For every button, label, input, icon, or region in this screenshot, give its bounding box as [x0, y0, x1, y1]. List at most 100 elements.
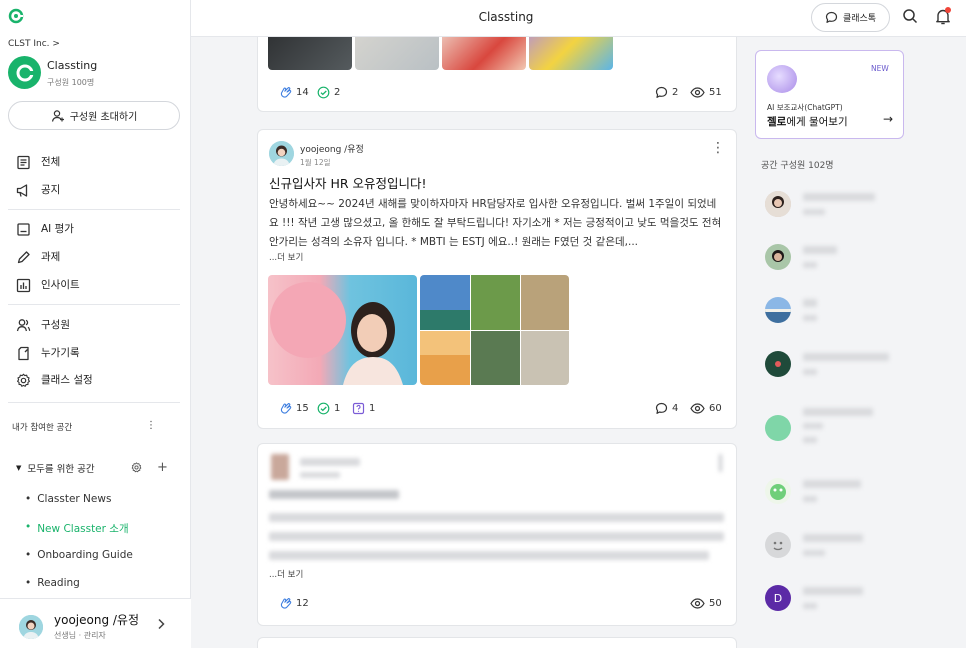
- comment-count: 4: [672, 403, 679, 414]
- post-image[interactable]: [442, 37, 526, 70]
- nav-assignment[interactable]: 과제: [16, 248, 60, 266]
- chevron-right-icon[interactable]: [156, 618, 166, 633]
- member-role: [803, 603, 817, 609]
- question-stat[interactable]: 1: [352, 402, 375, 415]
- member-role: [803, 437, 817, 443]
- avatar[interactable]: [765, 351, 791, 377]
- like-stat[interactable]: 14: [278, 86, 309, 99]
- class-avatar[interactable]: [8, 56, 41, 89]
- comment-icon: [655, 402, 668, 415]
- check-stat[interactable]: 2: [317, 86, 340, 99]
- new-badge: NEW: [871, 64, 889, 73]
- post-image[interactable]: [355, 37, 439, 70]
- search-icon[interactable]: [902, 8, 918, 27]
- space-members-heading: 공간 구성원 102명: [761, 161, 834, 171]
- space-group-header[interactable]: ▼ 모두를 위한 공간: [16, 461, 95, 475]
- invite-members-button[interactable]: 구성원 초대하기: [8, 101, 180, 130]
- member-name: [803, 246, 837, 254]
- nav-all[interactable]: 전체: [16, 153, 60, 171]
- space-group-name: 모두를 위한 공간: [27, 464, 95, 475]
- post-image[interactable]: [268, 275, 417, 385]
- avatar[interactable]: [765, 415, 791, 441]
- clap-icon: [278, 402, 292, 415]
- invite-members-label: 구성원 초대하기: [69, 112, 138, 123]
- view-stat: 60: [690, 402, 722, 415]
- question-count: 1: [369, 403, 376, 414]
- read-more-link[interactable]: ...더 보기: [269, 251, 303, 263]
- member-name: [803, 534, 863, 542]
- post-title[interactable]: 신규입사자 HR 오유정입니다!: [269, 173, 427, 192]
- avatar[interactable]: D: [765, 585, 791, 611]
- nav-insight[interactable]: 인사이트: [16, 276, 80, 294]
- class-member-count: 구성원 100명: [47, 78, 95, 87]
- space-settings-gear-icon[interactable]: [131, 462, 142, 476]
- like-stat[interactable]: 12: [278, 597, 309, 610]
- more-vertical-icon[interactable]: ⋮: [711, 140, 725, 156]
- avatar[interactable]: [765, 244, 791, 270]
- space-item-label: Reading: [37, 577, 80, 589]
- avatar: [19, 615, 43, 639]
- zello-mascot-icon: [767, 65, 797, 93]
- ai-assistant-card[interactable]: NEW AI 보조교사(ChatGPT) 젤로에게 물어보기 →: [755, 50, 904, 139]
- nav-members[interactable]: 구성원: [16, 316, 70, 334]
- nav-class-settings[interactable]: 클래스 설정: [16, 371, 93, 389]
- avatar[interactable]: [765, 297, 791, 323]
- comment-stat[interactable]: 4: [655, 402, 678, 415]
- avatar[interactable]: [269, 141, 294, 166]
- post-body-line: [269, 513, 724, 522]
- chat-bubble-icon: [825, 11, 838, 24]
- post-image[interactable]: [529, 37, 613, 70]
- eye-icon: [690, 86, 705, 99]
- post-card[interactable]: yoojeong /유정 1월 12일 ⋮ 신규입사자 HR 오유정입니다! 안…: [257, 129, 737, 429]
- member-role: [803, 423, 823, 429]
- like-stat[interactable]: 15: [278, 402, 309, 415]
- space-item-reading[interactable]: • Reading: [25, 577, 80, 589]
- current-user-footer[interactable]: yoojeong /유정 선생님 · 관리자: [0, 598, 191, 648]
- post-image[interactable]: [420, 275, 569, 385]
- post-author[interactable]: yoojeong /유정: [300, 142, 364, 155]
- caret-down-icon: ▼: [16, 464, 22, 472]
- clap-icon: [278, 597, 292, 610]
- classting-logo-icon[interactable]: [8, 8, 24, 27]
- comment-stat[interactable]: 2: [655, 86, 678, 99]
- post-feed[interactable]: 14 2 2 51 yoojeong /유정 1월 12일 ⋮ 신규입사자 HR…: [191, 37, 746, 648]
- member-name: [803, 408, 873, 416]
- post-card[interactable]: ...더 보기 12 50: [257, 443, 737, 626]
- check-count: 1: [334, 403, 341, 414]
- read-more-link[interactable]: ...더 보기: [269, 568, 303, 580]
- post-card[interactable]: 14 2 2 51: [257, 37, 737, 112]
- nav-class-settings-label: 클래스 설정: [41, 374, 93, 386]
- bullet-icon: •: [25, 577, 32, 589]
- avatar[interactable]: [765, 532, 791, 558]
- avatar[interactable]: [765, 478, 791, 504]
- class-talk-button[interactable]: 클래스톡: [811, 3, 890, 32]
- bullet-icon: •: [25, 521, 32, 533]
- space-item-classter-news[interactable]: • Classter News: [25, 493, 111, 505]
- arrow-right-icon[interactable]: →: [883, 112, 893, 126]
- add-space-plus-icon[interactable]: +: [157, 460, 168, 475]
- nav-ai-eval[interactable]: AI 평가: [16, 220, 74, 238]
- post-image[interactable]: [268, 37, 352, 70]
- record-icon: [16, 346, 31, 361]
- sidebar: CLST Inc. > Classting 구성원 100명 구성원 초대하기 …: [0, 0, 191, 648]
- check-stat[interactable]: 1: [317, 402, 340, 415]
- eye-icon: [690, 597, 705, 610]
- document-icon: [16, 155, 31, 170]
- avatar[interactable]: [765, 191, 791, 217]
- more-vertical-icon[interactable]: [719, 454, 722, 472]
- post-card[interactable]: [257, 637, 737, 648]
- space-item-onboarding-guide[interactable]: • Onboarding Guide: [25, 549, 133, 561]
- avatar[interactable]: [271, 454, 289, 480]
- question-icon: [352, 402, 365, 415]
- org-breadcrumb[interactable]: CLST Inc. >: [8, 39, 60, 49]
- nav-records[interactable]: 누가기록: [16, 344, 80, 362]
- class-name[interactable]: Classting: [47, 59, 97, 72]
- user-role: 선생님 · 관리자: [54, 631, 106, 640]
- chart-icon: [16, 278, 31, 293]
- member-name: [803, 299, 817, 307]
- ai-assistant-title: 젤로에게 물어보기: [767, 114, 848, 129]
- more-vertical-icon[interactable]: ⋮: [146, 420, 156, 431]
- space-item-new-classter[interactable]: • New Classter 소개: [25, 521, 129, 536]
- nav-notice[interactable]: 공지: [16, 181, 60, 199]
- clap-icon: [278, 86, 292, 99]
